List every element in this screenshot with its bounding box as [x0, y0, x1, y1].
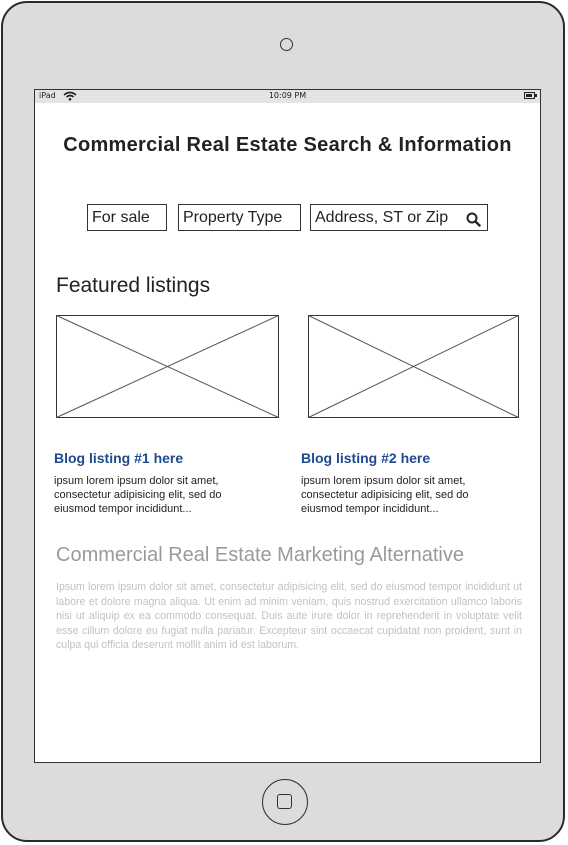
- tablet-frame: iPad 10:09 PM Commercial Real Estate Sea…: [1, 1, 565, 842]
- blog-listing-link[interactable]: Blog listing #1 here: [54, 450, 183, 466]
- featured-listing-image[interactable]: [308, 315, 519, 418]
- status-bar: iPad 10:09 PM: [35, 90, 540, 103]
- listing-type-value: For sale: [92, 209, 150, 226]
- status-time: 10:09 PM: [268, 91, 307, 100]
- image-placeholder-icon: [56, 315, 279, 418]
- featured-listing-image[interactable]: [56, 315, 279, 418]
- listing-type-select[interactable]: For sale: [87, 204, 167, 231]
- image-placeholder-icon: [308, 315, 519, 418]
- camera-icon: [280, 38, 293, 51]
- page-title: Commercial Real Estate Search & Informat…: [63, 134, 512, 156]
- battery-icon: [524, 92, 537, 99]
- blog-listing-excerpt: ipsum lorem ipsum dolor sit amet, consec…: [301, 475, 469, 515]
- blog-listing-excerpt: ipsum lorem ipsum dolor sit amet, consec…: [54, 475, 222, 515]
- marketing-paragraph: Ipsum lorem ipsum dolor sit amet, consec…: [56, 581, 522, 651]
- search-icon[interactable]: [466, 210, 481, 235]
- marketing-heading: Commercial Real Estate Marketing Alterna…: [56, 544, 464, 566]
- address-placeholder: Address, ST or Zip: [315, 209, 449, 226]
- home-button-icon[interactable]: [262, 779, 308, 825]
- address-search-input[interactable]: Address, ST or Zip: [310, 204, 488, 231]
- property-type-value: Property Type: [183, 209, 283, 226]
- property-type-select[interactable]: Property Type: [178, 204, 301, 231]
- blog-listing-link[interactable]: Blog listing #2 here: [301, 450, 430, 466]
- featured-listings-heading: Featured listings: [56, 274, 211, 297]
- screen: iPad 10:09 PM Commercial Real Estate Sea…: [34, 89, 541, 763]
- home-square-icon: [277, 794, 292, 809]
